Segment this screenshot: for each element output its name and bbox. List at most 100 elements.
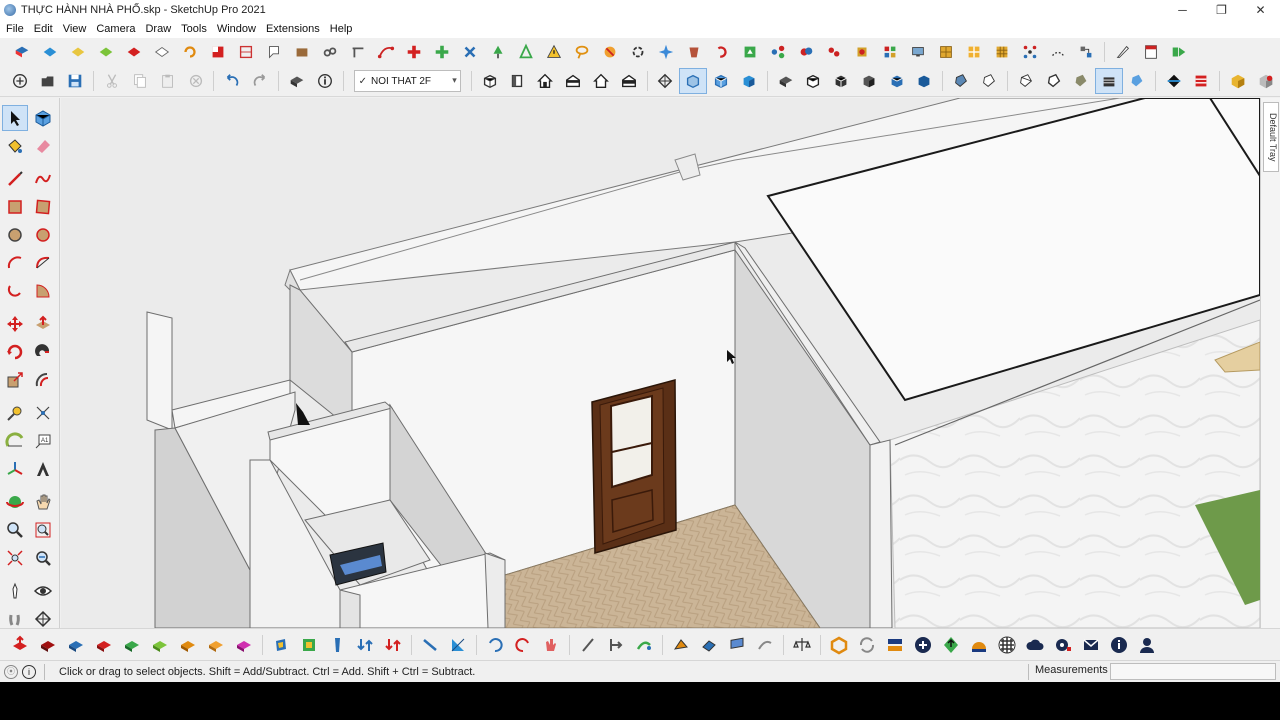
sandbox-red-icon[interactable]	[6, 631, 34, 659]
ext-magic-icon[interactable]	[596, 40, 624, 64]
close-button[interactable]: ✕	[1241, 0, 1280, 20]
ext-chain-icon[interactable]	[316, 40, 344, 64]
select-edge-icon[interactable]	[323, 631, 351, 659]
ext-green-tile-icon[interactable]	[92, 40, 120, 64]
flip-red-icon[interactable]	[379, 631, 407, 659]
shape-green2-icon[interactable]	[146, 631, 174, 659]
flip-blue-icon[interactable]	[351, 631, 379, 659]
menu-extensions[interactable]: Extensions	[262, 23, 324, 35]
scale-tool-icon[interactable]	[2, 367, 28, 393]
menu-draw[interactable]: Draw	[141, 23, 175, 35]
redo-icon[interactable]	[246, 68, 274, 94]
extension-warehouse-icon[interactable]	[1252, 68, 1280, 94]
copy-icon[interactable]	[126, 68, 154, 94]
line-tool-icon[interactable]	[2, 166, 28, 192]
shaded-icon[interactable]	[735, 68, 763, 94]
ext-warning-icon[interactable]	[540, 40, 568, 64]
drape-icon[interactable]	[723, 631, 751, 659]
ext-share-icon[interactable]	[764, 40, 792, 64]
rotate-red-icon[interactable]	[509, 631, 537, 659]
ext-red-plus-icon[interactable]	[400, 40, 428, 64]
iso-view-icon[interactable]	[476, 68, 504, 94]
cloud-render-icon[interactable]	[1021, 631, 1049, 659]
checker-icon[interactable]	[993, 631, 1021, 659]
new-file-icon[interactable]	[6, 68, 34, 94]
instructor-info-icon[interactable]: i	[22, 664, 36, 679]
shape-red-icon[interactable]	[34, 631, 62, 659]
follow-me-icon[interactable]	[30, 339, 56, 365]
text-tool-icon[interactable]: A1	[30, 428, 56, 454]
face-style-7-icon[interactable]	[1123, 68, 1151, 94]
back-view-icon[interactable]	[587, 68, 615, 94]
style-2-icon[interactable]	[827, 68, 855, 94]
shape-green-icon[interactable]	[118, 631, 146, 659]
rotate-blue-icon[interactable]	[481, 631, 509, 659]
ext-cubes-icon[interactable]	[876, 40, 904, 64]
line-blue-icon[interactable]	[416, 631, 444, 659]
mail-icon[interactable]	[1077, 631, 1105, 659]
ext-tree-icon[interactable]	[484, 40, 512, 64]
render-green-icon[interactable]	[937, 631, 965, 659]
add-light-icon[interactable]	[909, 631, 937, 659]
minimize-button[interactable]: ─	[1163, 0, 1202, 20]
ext-offset-icon[interactable]	[344, 40, 372, 64]
ext-monitor-icon[interactable]	[904, 40, 932, 64]
ext-arc-dots-icon[interactable]	[1044, 40, 1072, 64]
ext-tile-grid-icon[interactable]	[932, 40, 960, 64]
style-5-icon[interactable]	[911, 68, 939, 94]
shape-r-icon[interactable]	[90, 631, 118, 659]
ext-lasso-icon[interactable]	[568, 40, 596, 64]
ext-gem-icon[interactable]	[848, 40, 876, 64]
menu-view[interactable]: View	[59, 23, 91, 35]
ext-loop-icon[interactable]	[624, 40, 652, 64]
two-point-arc-icon[interactable]	[30, 250, 56, 276]
zoom-window-icon[interactable]	[30, 517, 56, 543]
eraser-icon[interactable]	[30, 133, 56, 159]
rotated-rectangle-icon[interactable]	[30, 194, 56, 220]
3d-viewport[interactable]	[61, 98, 1260, 628]
settings-gear-icon[interactable]	[1049, 631, 1077, 659]
menu-window[interactable]: Window	[213, 23, 260, 35]
section-fill-icon[interactable]	[1160, 68, 1188, 94]
ext-component-icon[interactable]	[1072, 40, 1100, 64]
zoom-extents-icon[interactable]	[2, 545, 28, 571]
menu-tools[interactable]: Tools	[177, 23, 211, 35]
stamp-icon[interactable]	[695, 631, 723, 659]
paint-bucket-icon[interactable]	[2, 133, 28, 159]
scale-balance-icon[interactable]	[788, 631, 816, 659]
pan-tool-icon[interactable]	[30, 489, 56, 515]
menu-camera[interactable]: Camera	[92, 23, 139, 35]
ext-red-tile-icon[interactable]	[120, 40, 148, 64]
freehand-icon[interactable]	[30, 166, 56, 192]
left-view-icon[interactable]	[615, 68, 643, 94]
refresh-icon[interactable]	[853, 631, 881, 659]
zoom-tool-icon[interactable]	[2, 517, 28, 543]
save-icon[interactable]	[62, 68, 90, 94]
ext-cup-icon[interactable]	[680, 40, 708, 64]
ext-star-blue-icon[interactable]	[652, 40, 680, 64]
sun-icon[interactable]	[965, 631, 993, 659]
ext-yellow-tile-icon[interactable]	[64, 40, 92, 64]
ext-red-blob-icon[interactable]	[792, 40, 820, 64]
polygon-tool-icon[interactable]	[30, 222, 56, 248]
rotate-tool-icon[interactable]	[2, 339, 28, 365]
select-group-icon[interactable]	[295, 631, 323, 659]
ext-cone-green-icon[interactable]	[512, 40, 540, 64]
section-plane-icon[interactable]	[772, 68, 800, 94]
shape-magenta-icon[interactable]	[230, 631, 258, 659]
menu-help[interactable]: Help	[326, 23, 357, 35]
wireframe-icon[interactable]	[679, 68, 708, 94]
ext-tile-grid2-icon[interactable]	[960, 40, 988, 64]
restore-button[interactable]: ❐	[1202, 0, 1241, 20]
measurements-input[interactable]	[1110, 663, 1276, 680]
ext-rotate-orange-icon[interactable]	[176, 40, 204, 64]
user-icon[interactable]	[1133, 631, 1161, 659]
ext-green-plus-icon[interactable]	[428, 40, 456, 64]
knife-icon[interactable]	[574, 631, 602, 659]
menu-edit[interactable]: Edit	[30, 23, 57, 35]
face-style-4-icon[interactable]	[1040, 68, 1068, 94]
scene-dropdown[interactable]: ✓ NOI THAT 2F ▾	[353, 70, 461, 92]
xray-icon[interactable]	[652, 68, 680, 94]
model-info-icon[interactable]	[311, 68, 339, 94]
previous-view-icon[interactable]	[30, 545, 56, 571]
